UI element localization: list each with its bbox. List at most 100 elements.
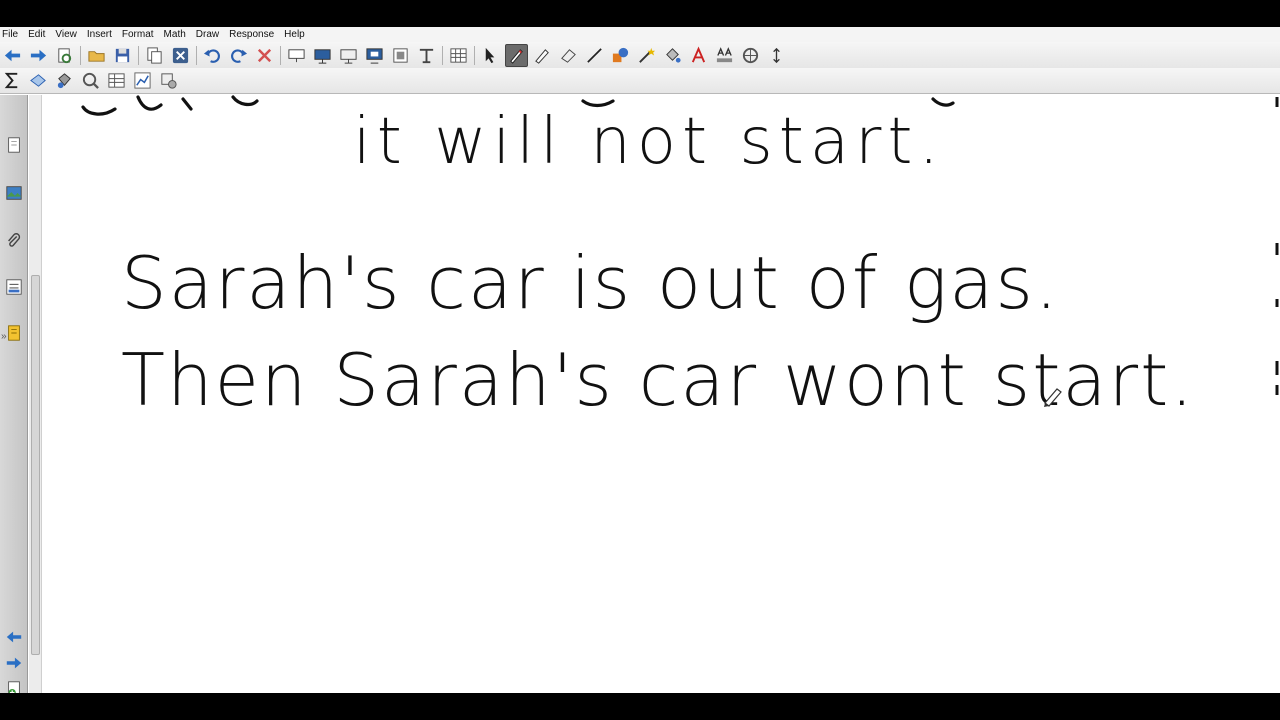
undo-button[interactable] <box>201 44 224 67</box>
text-format-button[interactable] <box>713 44 736 67</box>
fill-icon <box>666 47 681 63</box>
pointer-tool-button[interactable] <box>415 44 438 67</box>
page-sorter-tab[interactable] <box>3 133 25 157</box>
text-format-icon <box>716 46 733 62</box>
toolbar-separator <box>474 45 475 65</box>
menu-bar: File Edit View Insert Format Math Draw R… <box>0 27 1280 42</box>
save-icon <box>115 48 130 62</box>
back-button[interactable] <box>1 44 24 67</box>
menu-help[interactable]: Help <box>282 27 305 42</box>
gallery-icon <box>6 186 22 200</box>
open-folder-icon <box>88 50 105 62</box>
save-button[interactable] <box>111 44 134 67</box>
monitor-icon <box>366 47 383 64</box>
previous-page-button[interactable] <box>3 625 25 649</box>
move-icon <box>773 47 780 63</box>
properties-tab[interactable] <box>3 275 25 299</box>
menu-format[interactable]: Format <box>120 27 154 42</box>
toolbar-separator <box>138 45 139 65</box>
expand-panel-button[interactable]: » <box>1 331 15 345</box>
lasso-icon <box>30 74 46 87</box>
table-insert-icon <box>108 73 125 88</box>
main-toolbar <box>0 42 1280 68</box>
properties-icon <box>742 47 759 63</box>
gallery-search-button[interactable] <box>79 69 102 92</box>
notebook-window: File Edit View Insert Format Math Draw R… <box>0 27 1280 693</box>
redo-icon <box>231 48 248 63</box>
scrollbar-thumb[interactable] <box>31 275 40 655</box>
delete-button[interactable] <box>253 44 276 67</box>
table-icon <box>450 47 467 63</box>
toolbar-separator <box>196 45 197 65</box>
text-button[interactable] <box>687 44 710 67</box>
back-icon <box>4 49 21 61</box>
text-icon <box>691 45 706 63</box>
table-button[interactable] <box>447 44 470 67</box>
table-insert-button[interactable] <box>105 69 128 92</box>
shapes-button[interactable] <box>609 44 632 67</box>
magic-pen-button[interactable] <box>635 44 658 67</box>
undo-icon <box>203 48 220 63</box>
desktop-button[interactable] <box>337 44 360 67</box>
next-page-button[interactable] <box>3 651 25 675</box>
menu-edit[interactable]: Edit <box>26 27 45 42</box>
toolbar-separator <box>280 45 281 65</box>
attachments-tab[interactable] <box>3 229 25 253</box>
properties-icon <box>6 279 22 295</box>
menu-response[interactable]: Response <box>227 27 274 42</box>
menu-view[interactable]: View <box>53 27 77 42</box>
cropped-right-marks <box>1275 97 1279 395</box>
graph-button[interactable] <box>131 69 154 92</box>
screen-shade-button[interactable] <box>285 44 308 67</box>
copy-page-button[interactable] <box>143 44 166 67</box>
partial-line-text: it will not start. <box>353 105 945 179</box>
handwriting-layer: it will not start. Sarah's car is out of… <box>81 95 1195 422</box>
line-button[interactable] <box>583 44 606 67</box>
display-button[interactable] <box>311 44 334 67</box>
pen-button[interactable] <box>505 43 528 67</box>
monitor-button[interactable] <box>363 44 386 67</box>
forward-button[interactable] <box>27 44 50 67</box>
handwritten-line-1: Sarah's car is out of gas. <box>121 241 1060 325</box>
secondary-toolbar <box>0 68 1280 94</box>
close-page-button[interactable] <box>169 44 192 67</box>
refresh-button[interactable] <box>53 44 76 67</box>
display-icon <box>314 48 331 64</box>
menu-insert[interactable]: Insert <box>85 27 112 42</box>
add-page-button[interactable] <box>3 677 25 693</box>
add-page-icon <box>8 681 20 693</box>
attachments-icon <box>8 233 21 247</box>
previous-page-icon <box>6 631 22 643</box>
stamp-button[interactable] <box>157 69 180 92</box>
magic-pen-icon <box>639 47 656 63</box>
open-button[interactable] <box>85 44 108 67</box>
pen-icon <box>510 48 523 64</box>
highlighter-button[interactable] <box>531 44 554 67</box>
panel-scrollbar[interactable] <box>29 95 42 693</box>
redo-button[interactable] <box>227 44 250 67</box>
fill-button[interactable] <box>661 44 684 67</box>
notebook-page[interactable]: it will not start. Sarah's car is out of… <box>43 95 1280 693</box>
menu-math[interactable]: Math <box>162 27 186 42</box>
capture-icon <box>393 47 408 63</box>
properties-button[interactable] <box>739 44 762 67</box>
forward-icon <box>30 49 47 61</box>
desktop-icon <box>340 48 357 64</box>
capture-button[interactable] <box>389 44 412 67</box>
select-button[interactable] <box>479 44 502 67</box>
move-button[interactable] <box>765 44 788 67</box>
paint-bucket-button[interactable] <box>53 69 76 92</box>
graph-icon <box>134 72 151 89</box>
menu-file[interactable]: File <box>0 27 18 42</box>
sigma-icon <box>4 72 18 89</box>
menu-draw[interactable]: Draw <box>194 27 219 42</box>
gallery-tab[interactable] <box>3 181 25 205</box>
close-page-icon <box>172 47 189 63</box>
line-icon <box>587 47 602 63</box>
pointer-tool-icon <box>419 48 434 63</box>
handwritten-line-2: Then Sarah's car wont start. <box>121 338 1195 422</box>
lasso-button[interactable] <box>27 69 50 92</box>
delete-icon <box>257 48 272 62</box>
math-sigma-button[interactable] <box>1 69 24 92</box>
eraser-button[interactable] <box>557 44 580 67</box>
